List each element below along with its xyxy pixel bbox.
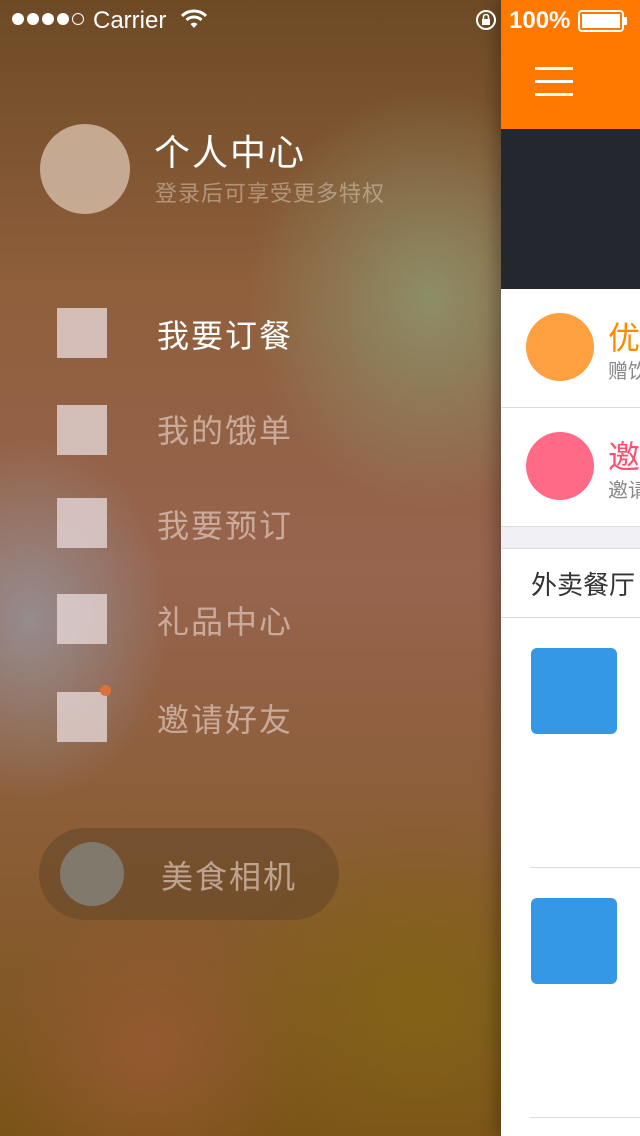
signal-strength-icon [12,13,84,25]
menu-item-my-orders[interactable]: 我的饿单 [0,390,501,470]
camera-label: 美食相机 [161,858,298,896]
promo-subtitle: 赠饮 [608,359,640,383]
promo-icon [526,432,594,500]
menu-item-gift-center[interactable]: 礼品中心 [0,579,501,659]
menu-item-label: 邀请好友 [157,701,294,739]
promo-row[interactable]: 优 赠饮 [501,289,640,408]
wifi-icon [181,9,207,28]
menu-item-invite-friends[interactable]: 邀请好友 [0,677,501,757]
promo-title: 邀 [608,438,640,476]
notification-badge [100,685,111,696]
avatar[interactable] [40,124,130,214]
section-separator [501,527,640,549]
divider [530,1117,640,1118]
reservation-icon [57,498,107,548]
app-screen: Carrier 100% 个人中心 登录后可享受更多特权 我要订餐 我的饿单 我… [0,0,640,1136]
banner[interactable] [501,129,640,289]
promo-title: 优 [608,319,640,357]
promo-subtitle: 邀请 [608,478,640,502]
gift-center-icon [57,594,107,644]
menu-item-label: 我要预订 [157,507,294,545]
menu-item-label: 礼品中心 [157,603,294,641]
profile-title[interactable]: 个人中心 [154,124,306,176]
camera-icon [60,842,124,906]
restaurant-thumbnail [531,648,617,734]
promo-icon [526,313,594,381]
profile-subtitle: 登录后可享受更多特权 [155,182,386,207]
side-menu: 个人中心 登录后可享受更多特权 我要订餐 我的饿单 我要预订 礼品中心 邀请好友… [0,0,501,1136]
main-panel: 优 赠饮 邀 邀请 外卖餐厅 [501,0,640,1136]
restaurant-row[interactable] [501,868,640,1118]
food-camera-button[interactable]: 美食相机 [39,828,339,920]
restaurant-row[interactable] [501,618,640,868]
menu-item-reservation[interactable]: 我要预订 [0,483,501,563]
menu-item-label: 我要订餐 [157,317,294,355]
restaurant-thumbnail [531,898,617,984]
status-bar: Carrier 100% [0,0,640,40]
battery-icon [578,10,627,32]
promo-row[interactable]: 邀 邀请 [501,408,640,527]
my-orders-icon [57,405,107,455]
hamburger-menu-icon[interactable] [535,67,573,97]
carrier-name: Carrier [93,7,167,34]
order-food-icon [57,308,107,358]
section-title: 外卖餐厅 [531,571,636,601]
invite-friends-icon [57,692,107,742]
menu-item-order-food[interactable]: 我要订餐 [0,293,501,373]
rotation-lock-icon [476,10,496,30]
battery-percent: 100% [509,7,571,34]
menu-item-label: 我的饿单 [157,412,294,450]
